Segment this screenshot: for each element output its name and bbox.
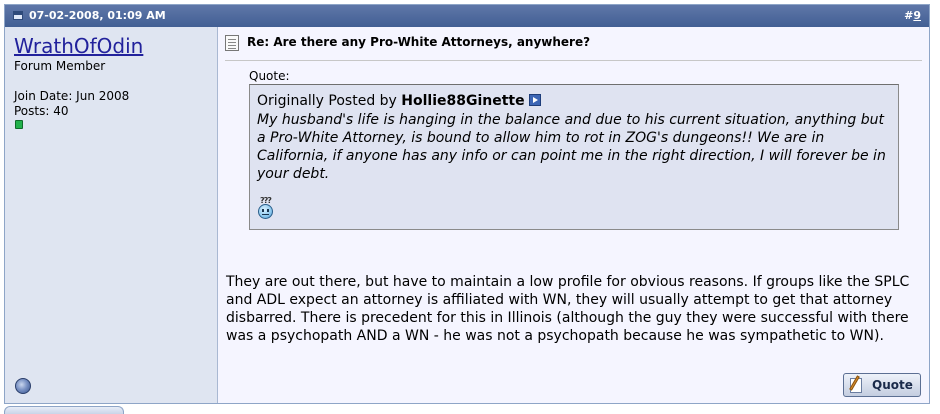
user-post-count: Posts: 40 (14, 104, 69, 118)
user-offline-icon (15, 378, 31, 394)
post-number: #9 (904, 9, 921, 22)
post-number-link[interactable]: 9 (913, 9, 921, 22)
view-post-icon[interactable] (528, 94, 541, 106)
quote-label: Quote: (249, 69, 290, 83)
post-message: They are out there, but have to maintain… (226, 274, 910, 344)
post-title-icon (225, 35, 239, 51)
post-header: 07-02-2008, 01:09 AM #9 (5, 5, 929, 27)
smilie-face-icon (258, 204, 273, 219)
title-divider (225, 60, 922, 61)
username-link[interactable]: WrathOfOdin (14, 34, 143, 58)
forum-post: 07-02-2008, 01:09 AM #9 WrathOfOdin Foru… (4, 4, 930, 404)
user-info-column: WrathOfOdin Forum Member Join Date: Jun … (5, 27, 218, 403)
user-join-date: Join Date: Jun 2008 (14, 89, 130, 103)
quote-originally-posted-by: Originally Posted by (257, 93, 397, 109)
quote-button[interactable]: Quote (843, 373, 921, 397)
quote-attribution: Originally Posted by Hollie88Ginette (257, 93, 541, 109)
bottom-nav-tab[interactable] (4, 406, 124, 414)
quote-box: Originally Posted by Hollie88Ginette My … (249, 84, 899, 230)
user-title: Forum Member (14, 59, 106, 73)
quote-author: Hollie88Ginette (401, 93, 525, 109)
online-status-icon (15, 120, 23, 129)
quote-pen-icon (848, 375, 866, 395)
post-date: 07-02-2008, 01:09 AM (29, 9, 166, 22)
post-content-column: Re: Are there any Pro-White Attorneys, a… (218, 27, 929, 403)
quote-button-label: Quote (872, 378, 913, 392)
post-date-icon (13, 11, 23, 20)
quote-text: My husband's life is hanging in the bala… (257, 112, 886, 182)
post-number-prefix: # (904, 9, 914, 22)
confused-smilie-icon: ??? (257, 196, 275, 220)
post-title: Re: Are there any Pro-White Attorneys, a… (247, 35, 591, 49)
